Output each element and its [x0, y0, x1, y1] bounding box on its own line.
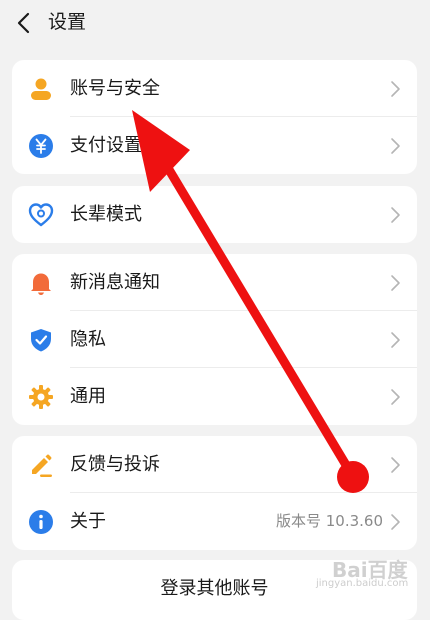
settings-group-account: 账号与安全 支付设置	[12, 60, 417, 174]
top-bar: 设置	[0, 0, 430, 46]
settings-item-label: 长辈模式	[70, 204, 142, 225]
settings-item-label: 通用	[70, 386, 106, 407]
settings-group-elder: 长辈模式	[12, 186, 417, 243]
settings-item-label: 反馈与投诉	[70, 454, 160, 475]
switch-account-button[interactable]: 登录其他账号	[12, 560, 417, 620]
pencil-icon	[32, 454, 52, 477]
page-title: 设置	[48, 11, 87, 33]
settings-group-general: 新消息通知 隐私 通用	[12, 254, 417, 425]
chevron-right-icon	[391, 275, 400, 291]
info-icon	[29, 510, 53, 534]
settings-item-label: 新消息通知	[70, 272, 160, 293]
bell-icon	[31, 273, 51, 295]
chevron-right-icon	[391, 457, 400, 473]
chevron-right-icon	[391, 332, 400, 348]
gear-icon	[29, 385, 53, 409]
chevron-right-icon	[391, 81, 400, 97]
chevron-right-icon	[391, 138, 400, 154]
settings-item-label: 关于	[70, 511, 106, 532]
settings-item-elder-mode[interactable]: 长辈模式	[12, 186, 417, 243]
settings-item-label: 隐私	[70, 329, 106, 350]
settings-item-label: 账号与安全	[70, 78, 160, 99]
settings-item-feedback[interactable]: 反馈与投诉	[12, 436, 417, 493]
settings-item-general[interactable]: 通用	[12, 368, 417, 425]
settings-item-notifications[interactable]: 新消息通知	[12, 254, 417, 311]
settings-item-about[interactable]: 关于 版本号 10.3.60	[12, 493, 417, 550]
settings-item-privacy[interactable]: 隐私	[12, 311, 417, 368]
yuan-icon	[29, 134, 53, 158]
settings-item-label: 支付设置	[70, 135, 142, 156]
version-value: 版本号 10.3.60	[275, 512, 383, 530]
shield-icon	[31, 329, 51, 352]
chevron-right-icon	[391, 207, 400, 223]
heart-icon	[28, 203, 54, 227]
settings-item-account-security[interactable]: 账号与安全	[12, 60, 417, 117]
person-icon	[31, 78, 51, 100]
settings-group-about: 反馈与投诉 关于 版本号 10.3.60	[12, 436, 417, 550]
chevron-right-icon	[391, 514, 400, 530]
settings-item-payment[interactable]: 支付设置	[12, 117, 417, 174]
chevron-right-icon	[391, 389, 400, 405]
back-arrow-icon[interactable]	[14, 11, 34, 35]
